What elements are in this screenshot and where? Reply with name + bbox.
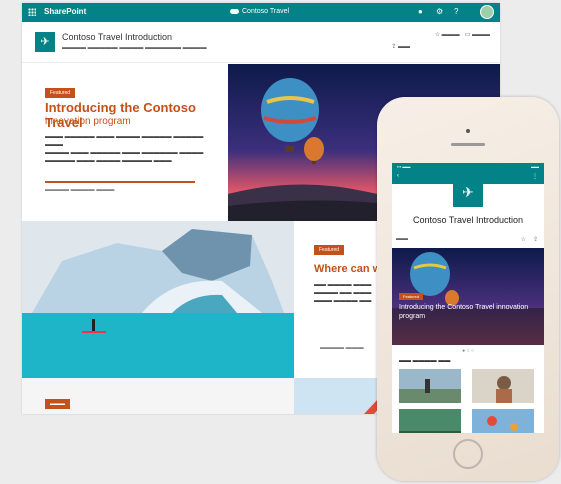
phone-site-logo[interactable]: ✈ — [453, 177, 483, 207]
carousel-dots[interactable]: ● ○ ○ — [392, 348, 544, 354]
feature-tag: Featured — [314, 245, 345, 255]
phone-hero-tile[interactable]: Featured Introducing the Contoso Travel … — [392, 248, 544, 345]
suite-bar: SharePoint Contoso Travel ● ⚙ ? — [22, 3, 500, 22]
phone-thumbnail-4[interactable] — [472, 409, 534, 433]
phone-camera — [466, 129, 470, 133]
phone-home-button[interactable] — [453, 439, 483, 469]
cloud-icon — [230, 8, 239, 14]
suite-brand[interactable]: SharePoint — [44, 7, 86, 16]
follow-button[interactable]: ☆ ▬▬▬ ▭ ▬▬▬ — [435, 31, 490, 38]
phone-action-row: ▬▬ ☆ ⇪ — [396, 236, 540, 243]
avatar[interactable] — [480, 5, 494, 19]
phone-screen: ▪▪▪ ▬▬ ▬▬ ‹ ⋮ ✈ Contoso Travel Introductio… — [392, 163, 544, 433]
app-launcher-icon[interactable] — [28, 8, 36, 16]
hero-tag: Featured — [45, 88, 76, 98]
center-label: Contoso Travel — [242, 8, 290, 15]
mobile-phone-mockup: ▪▪▪ ▬▬ ▬▬ ‹ ⋮ ✈ Contoso Travel Introductio… — [377, 97, 559, 481]
glacier-paddleboard-image[interactable] — [22, 221, 294, 378]
hero-body-text: ▬▬▬ ▬▬▬▬▬ ▬▬▬ ▬▬▬▬ ▬▬▬▬▬ ▬▬▬▬▬ ▬▬▬ ▬▬▬▬ ▬… — [45, 134, 204, 164]
feature-read-more-link[interactable]: ▬▬▬▬ ▬▬▬ — [320, 345, 364, 351]
site-logo[interactable]: ✈ — [35, 32, 55, 52]
phone-hero-headline: Introducing the Contoso Travel innovatio… — [399, 304, 529, 320]
phone-thumbnail-3[interactable] — [399, 409, 461, 433]
help-icon[interactable]: ? — [454, 7, 458, 16]
site-name[interactable]: Contoso Travel Introduction — [62, 32, 172, 42]
phone-hero-tag: Featured — [399, 293, 424, 300]
settings-icon[interactable]: ⚙ — [436, 7, 443, 16]
more-icon[interactable]: ⋮ — [532, 173, 538, 180]
phone-status-bar: ▪▪▪ ▬▬ ▬▬ — [392, 163, 544, 171]
phone-thumbnail-1[interactable] — [399, 369, 461, 403]
notification-icon[interactable]: ● — [418, 7, 423, 16]
star-icon[interactable]: ☆ — [521, 236, 526, 243]
suite-center-title: Contoso Travel — [230, 8, 289, 15]
phone-speaker — [451, 143, 485, 146]
hero-divider — [45, 181, 195, 183]
hero-text-tile[interactable]: Featured Introducing the Contoso Travel … — [22, 64, 228, 221]
phone-section-title: ▬▬ ▬▬▬▬ ▬▬ — [399, 358, 451, 364]
feature-body-text: ▬▬ ▬▬▬▬ ▬▬▬ ▬▬▬▬ ▬▬ ▬▬▬ ▬▬▬ ▬▬▬▬ ▬▬ — [314, 282, 372, 304]
site-navigation[interactable]: ▬▬▬▬ ▬▬▬▬▬ ▬▬▬▬ ▬▬▬▬▬▬ ▬▬▬▬ — [62, 45, 207, 51]
share-icon[interactable]: ⇪ — [533, 236, 538, 243]
site-header: ✈ Contoso Travel Introduction ▬▬▬▬ ▬▬▬▬▬… — [22, 22, 500, 63]
share-button[interactable]: ⇪ ▬▬ — [391, 43, 410, 50]
menu-icon[interactable]: ▬▬ — [396, 236, 408, 242]
hero-read-more-link[interactable]: ▬▬▬▬ ▬▬▬▬ ▬▬▬ — [45, 187, 114, 193]
strip-tag: ▬▬▬ — [45, 399, 70, 409]
hero-subheadline: innovation program — [45, 116, 131, 127]
phone-thumbnail-2[interactable] — [472, 369, 534, 403]
back-icon[interactable]: ‹ — [397, 173, 399, 179]
phone-site-title: Contoso Travel Introduction — [412, 215, 524, 225]
